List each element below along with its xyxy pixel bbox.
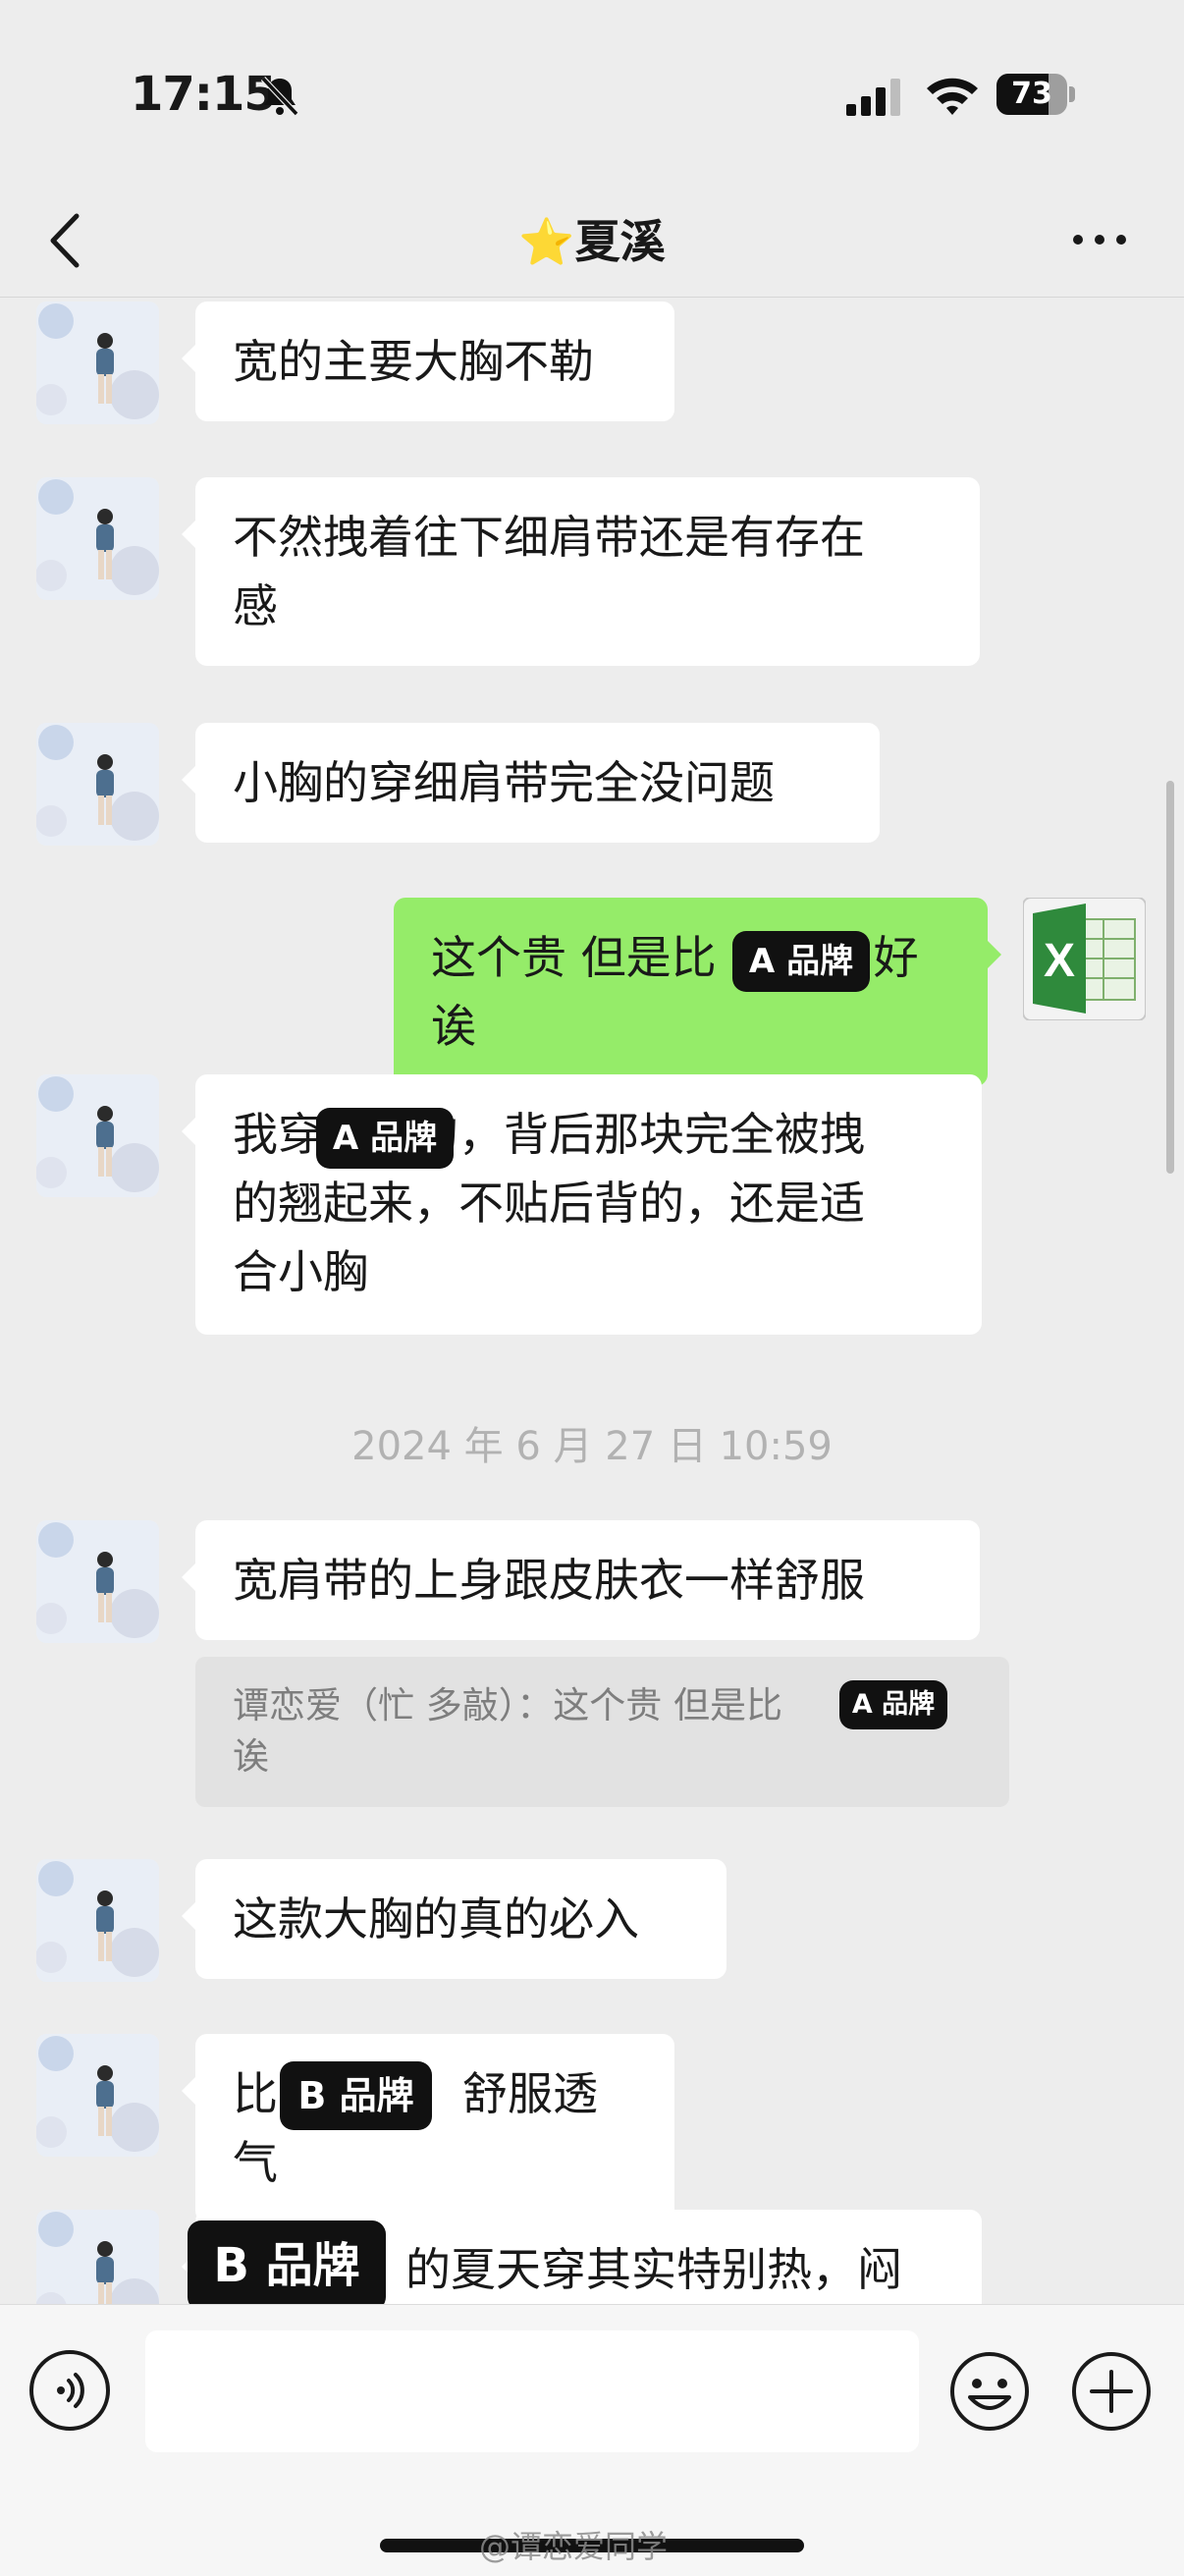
contact-avatar[interactable] (36, 2034, 159, 2157)
quote-text: 诶 (233, 1735, 269, 1778)
message-text: 宽的主要大胸不勒 (233, 335, 594, 388)
message-bubble[interactable]: 比舒服透气 (182, 2034, 674, 2222)
message-bubble[interactable]: 宽的主要大胸不勒 (182, 301, 674, 421)
chat-title: ⭐夏溪 (518, 215, 666, 268)
chat-header: ⭐夏溪 (0, 187, 1184, 298)
message-input[interactable] (145, 2330, 919, 2452)
message-text: 的，背后那块完全被拽 (413, 1108, 865, 1161)
voice-input-button[interactable] (29, 2350, 110, 2431)
contact-avatar[interactable] (36, 1074, 159, 1197)
bell-muted-icon (260, 76, 299, 117)
message-bubble[interactable]: 不然拽着往下细肩带还是有存在 感 (182, 477, 980, 666)
status-time: 17:15 (131, 67, 277, 122)
contact-avatar[interactable] (36, 1859, 159, 1982)
contact-avatar[interactable] (36, 1520, 159, 1643)
scroll-indicator[interactable] (1166, 781, 1174, 1174)
message-text: 不然拽着往下细肩带还是有存在 (233, 511, 865, 564)
message-bubble-sent[interactable]: 这个贵 但是比 好诶 (394, 898, 1001, 1086)
message-text: 合小胸 (233, 1245, 368, 1298)
voice-icon (57, 2373, 84, 2408)
brand-tag: B 品牌 (188, 2220, 386, 2311)
contact-avatar[interactable] (36, 723, 159, 846)
contact-avatar[interactable] (36, 2210, 159, 2304)
message-bubble[interactable]: 宽肩带的上身跟皮肤衣一样舒服 (182, 1520, 980, 1640)
contact-avatar[interactable] (36, 477, 159, 600)
svg-text:X: X (1044, 935, 1075, 987)
emoji-icon[interactable] (948, 2350, 1031, 2433)
excel-app-icon[interactable]: X (1023, 898, 1146, 1020)
message-bubble[interactable]: 小胸的穿细肩带完全没问题 (182, 723, 880, 843)
brand-tag: A 品牌 (732, 931, 870, 992)
battery-icon: 73 (996, 74, 1075, 115)
watermark: @谭恋爱同学 (479, 2528, 669, 2565)
battery-percent: 73 (1011, 77, 1052, 111)
brand-tag: B 品牌 (280, 2061, 432, 2130)
cellular-signal-icon (846, 79, 900, 116)
brand-tag: A 品牌 (316, 1108, 454, 1169)
chat-timestamp: 2024 年 6 月 27 日 10:59 (351, 1424, 833, 1469)
more-options-icon[interactable] (1070, 228, 1129, 251)
plus-icon[interactable] (1070, 2350, 1153, 2433)
quoted-message[interactable]: 谭恋爱（忙 多敲）：这个贵 但是比好 诶 (195, 1657, 1009, 1807)
message-text: 的翘起来，不贴后背的，还是适 (233, 1177, 865, 1230)
quote-text: 谭恋爱（忙 多敲）：这个贵 但是比 (233, 1684, 783, 1726)
message-text: 我穿 (233, 1108, 323, 1161)
contact-avatar[interactable] (36, 301, 159, 424)
message-text: 宽肩带的上身跟皮肤衣一样舒服 (233, 1554, 865, 1607)
brand-tag: A 品牌 (839, 1680, 947, 1729)
message-text: 小胸的穿细肩带完全没问题 (233, 756, 775, 809)
back-arrow-icon[interactable] (45, 206, 84, 275)
message-bubble[interactable]: 这款大胸的真的必入 (182, 1859, 727, 1979)
status-bar: 17:15 73 (0, 0, 1184, 187)
message-text: 比 (233, 2067, 278, 2120)
message-text: 这个贵 但是比 (431, 931, 717, 984)
chat-clip: 的夏天穿其实特别热，闷 (0, 2210, 1184, 2304)
message-text: 这款大胸的真的必入 (233, 1892, 639, 1946)
message-text: 的夏天穿其实特别热，闷 (405, 2243, 902, 2296)
message-text: 感 (233, 579, 278, 632)
wifi-icon (927, 78, 978, 115)
message-bubble[interactable]: 我穿 的，背后那块完全被拽 的翘起来，不贴后背的，还是适 合小胸 (182, 1074, 982, 1335)
